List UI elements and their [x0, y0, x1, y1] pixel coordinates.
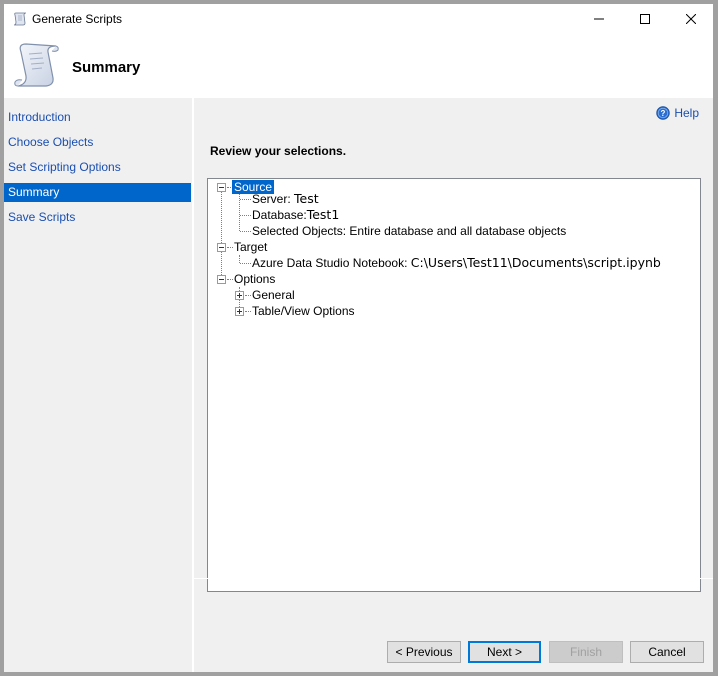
script-scroll-icon	[14, 43, 59, 87]
summary-content: ? Help Review your selections. Source Se…	[194, 98, 713, 592]
help-icon: ?	[656, 106, 671, 120]
collapse-source-toggle[interactable]	[217, 183, 226, 192]
minimize-icon	[594, 18, 604, 20]
sidebar-item-set-scripting-options[interactable]: Set Scripting Options	[4, 158, 191, 177]
script-scroll-icon	[13, 12, 27, 26]
server-value: Test	[294, 191, 319, 206]
database-label: Database:	[252, 208, 307, 222]
wizard-sidebar: Introduction Choose Objects Set Scriptin…	[4, 98, 192, 672]
server-label: Server:	[252, 192, 291, 206]
svg-text:?: ?	[661, 109, 666, 118]
help-link[interactable]: ? Help	[656, 106, 699, 120]
sidebar-item-introduction[interactable]: Introduction	[4, 108, 191, 127]
expand-table-view-options-toggle[interactable]	[235, 307, 244, 316]
collapse-target-toggle[interactable]	[217, 243, 226, 252]
close-icon	[686, 14, 696, 24]
maximize-button[interactable]	[622, 4, 668, 34]
title-bar: Generate Scripts	[4, 4, 713, 34]
finish-button[interactable]: Finish	[549, 641, 623, 663]
tree-connector	[245, 295, 251, 296]
minimize-button[interactable]	[576, 4, 622, 34]
maximize-icon	[640, 14, 650, 24]
tree-node-server[interactable]: Server: Test	[252, 191, 319, 207]
cancel-button[interactable]: Cancel	[630, 641, 704, 663]
tree-connector	[245, 311, 251, 312]
tree-node-target[interactable]: Target	[234, 239, 267, 255]
instruction-text: Review your selections.	[210, 144, 347, 158]
selected-objects-label: Selected Objects:	[252, 224, 347, 238]
tree-connector	[239, 255, 240, 263]
tree-node-table-view-options[interactable]: Table/View Options	[252, 303, 355, 319]
tree-node-selected-objects[interactable]: Selected Objects: Entire database and al…	[252, 223, 566, 239]
page-title: Summary	[72, 59, 141, 76]
notebook-label: Azure Data Studio Notebook:	[252, 256, 408, 270]
sidebar-item-save-scripts[interactable]: Save Scripts	[4, 208, 191, 227]
sidebar-item-summary[interactable]: Summary	[4, 183, 191, 202]
selected-objects-value: Entire database and all database objects	[349, 224, 567, 238]
tree-connector	[227, 279, 233, 280]
tree-node-options[interactable]: Options	[234, 271, 275, 287]
notebook-path: C:\Users\Test11\Documents\script.ipynb	[410, 255, 661, 270]
tree-connector	[240, 199, 251, 200]
tree-node-general[interactable]: General	[252, 287, 295, 303]
help-label: Help	[674, 106, 699, 120]
tree-connector	[240, 215, 251, 216]
footer-divider	[194, 578, 713, 579]
tree-node-notebook[interactable]: Azure Data Studio Notebook: C:\Users\Tes…	[252, 255, 661, 271]
tree-connector	[227, 247, 233, 248]
tree-connector	[240, 263, 251, 264]
tree-connector	[239, 191, 240, 231]
tree-connector	[240, 231, 251, 232]
expand-general-toggle[interactable]	[235, 291, 244, 300]
close-button[interactable]	[668, 4, 714, 34]
tree-connector	[221, 191, 222, 281]
page-header: Summary	[4, 34, 713, 98]
generate-scripts-window: Generate Scripts Summary Introduction Ch…	[4, 4, 713, 672]
summary-tree[interactable]: Source Server: Test Database:Test1 Selec…	[207, 178, 701, 592]
tree-node-database[interactable]: Database:Test1	[252, 207, 339, 223]
collapse-options-toggle[interactable]	[217, 275, 226, 284]
window-title: Generate Scripts	[32, 12, 123, 26]
previous-button[interactable]: < Previous	[387, 641, 461, 663]
sidebar-item-choose-objects[interactable]: Choose Objects	[4, 133, 191, 152]
database-value: Test1	[306, 207, 340, 222]
next-button[interactable]: Next >	[468, 641, 541, 663]
